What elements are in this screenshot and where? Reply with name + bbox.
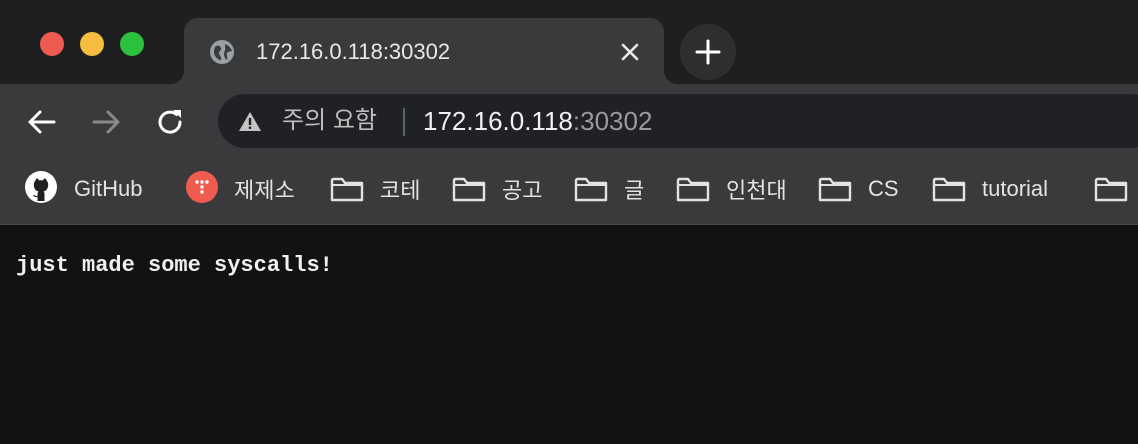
folder-icon <box>932 176 966 202</box>
back-arrow-icon[interactable] <box>26 106 58 138</box>
toolbar: 주의 요함 172.16.0.118:30302 <box>0 84 1138 154</box>
security-warning-label[interactable]: 주의 요함 <box>282 106 377 136</box>
warning-icon[interactable] <box>238 110 262 134</box>
folder-icon <box>676 176 710 202</box>
bookmark-github[interactable]: GitHub <box>24 170 143 209</box>
close-tab-icon[interactable] <box>618 40 642 64</box>
bookmark-label: 코테 <box>380 178 421 203</box>
bookmarks-bar: GitHub 제제소 코테 공고 글 인천대 CS tutorial <box>0 154 1138 225</box>
tab-strip: 172.16.0.118:30302 <box>0 0 1138 84</box>
bookmark-folder-overflow[interactable] <box>1094 172 1138 206</box>
github-icon <box>24 170 58 209</box>
bookmark-label: GitHub <box>74 176 143 201</box>
url-host: 172.16.0.118 <box>423 106 573 136</box>
url-text[interactable]: 172.16.0.118:30302 <box>423 106 652 136</box>
bookmark-label: 제제소 <box>234 178 295 203</box>
bookmark-label: 공고 <box>502 178 543 203</box>
page-content: just made some syscalls! <box>0 225 1138 444</box>
folder-icon <box>330 176 364 202</box>
folder-icon <box>574 176 608 202</box>
close-window-button[interactable] <box>40 32 64 56</box>
bookmark-folder-gonggo[interactable]: 공고 <box>452 172 542 206</box>
red-dots-icon <box>186 170 218 208</box>
folder-icon <box>818 176 852 202</box>
bookmark-folder-incheon[interactable]: 인천대 <box>676 172 787 206</box>
page-body-text: just made some syscalls! <box>16 253 333 278</box>
address-divider <box>403 108 405 136</box>
globe-icon <box>208 38 236 66</box>
bookmark-folder-tutorial[interactable]: tutorial <box>932 172 1048 206</box>
zoom-window-button[interactable] <box>120 32 144 56</box>
bookmark-label: 인천대 <box>726 178 787 203</box>
folder-icon <box>452 176 486 202</box>
url-port: :30302 <box>572 106 653 136</box>
bookmark-label: 글 <box>624 178 645 203</box>
new-tab-button[interactable] <box>680 24 736 80</box>
minimize-window-button[interactable] <box>80 32 104 56</box>
bookmark-folder-geul[interactable]: 글 <box>574 172 644 206</box>
bookmark-folder-cs[interactable]: CS <box>818 172 899 206</box>
tab-title: 172.16.0.118:30302 <box>256 39 451 64</box>
browser-window: 172.16.0.118:30302 주의 요함 172.16.0.118:30… <box>0 0 1138 444</box>
forward-arrow-icon[interactable] <box>90 106 122 138</box>
reload-icon[interactable] <box>154 106 186 138</box>
bookmark-jejeso[interactable]: 제제소 <box>186 170 295 208</box>
plus-icon <box>695 39 721 65</box>
folder-icon <box>1094 176 1128 202</box>
bookmark-label: CS <box>868 176 899 201</box>
bookmark-folder-kote[interactable]: 코테 <box>330 172 420 206</box>
active-tab[interactable]: 172.16.0.118:30302 <box>170 18 678 84</box>
bookmark-label: tutorial <box>982 176 1049 201</box>
address-bar[interactable]: 주의 요함 172.16.0.118:30302 <box>218 94 1138 148</box>
